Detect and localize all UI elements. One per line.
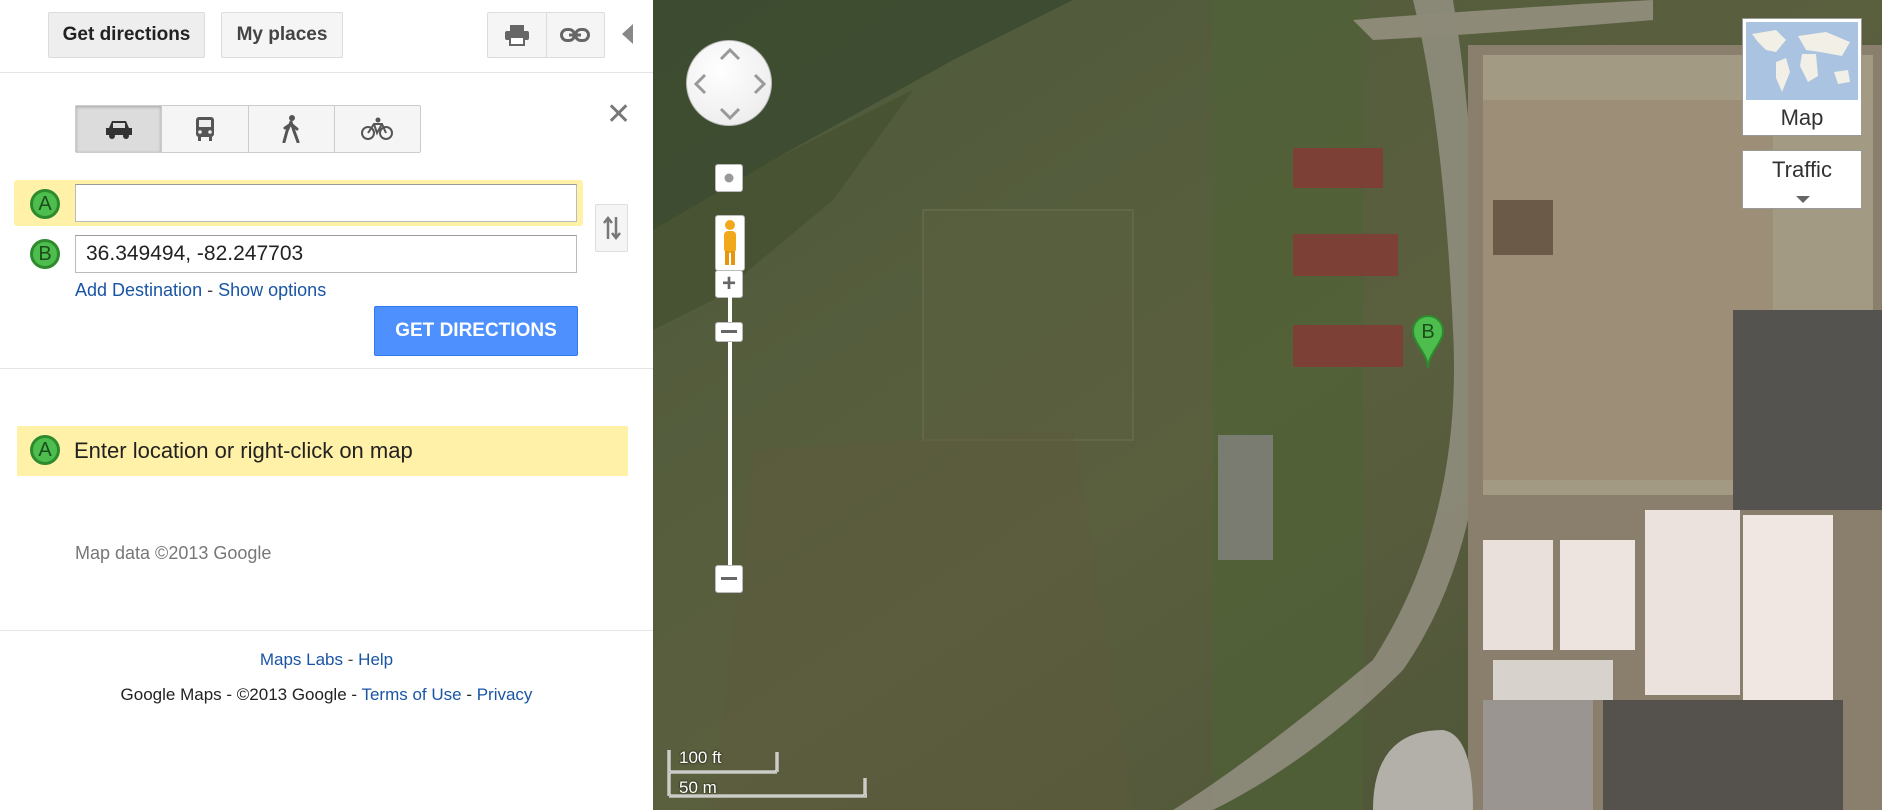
maps-labs-link[interactable]: Maps Labs bbox=[260, 650, 343, 669]
get-directions-tab[interactable]: Get directions bbox=[48, 12, 205, 58]
walking-icon[interactable] bbox=[247, 106, 334, 152]
footer-links: Maps Labs - Help bbox=[0, 650, 653, 670]
zoom-out-button[interactable] bbox=[715, 565, 743, 593]
pin-label: B bbox=[1421, 321, 1434, 343]
destination-input[interactable] bbox=[75, 235, 577, 273]
footer-separator: - bbox=[461, 685, 477, 704]
my-places-tab[interactable]: My places bbox=[221, 12, 343, 58]
scale-bar: 100 ft 50 m bbox=[667, 748, 867, 803]
link-icon[interactable] bbox=[545, 13, 605, 57]
marker-a-icon: A bbox=[30, 435, 60, 465]
help-link[interactable]: Help bbox=[358, 650, 393, 669]
pegman-icon[interactable] bbox=[715, 215, 745, 271]
map-type-label: Map bbox=[1780, 105, 1824, 130]
traffic-layer-dropdown[interactable]: Traffic bbox=[1742, 150, 1862, 209]
close-icon[interactable]: ✕ bbox=[606, 100, 631, 130]
satellite-imagery bbox=[653, 0, 1882, 810]
map-type-toggle[interactable]: Map bbox=[1742, 18, 1862, 136]
share-tools bbox=[487, 12, 605, 58]
show-options-link[interactable]: Show options bbox=[218, 280, 326, 300]
add-destination-link[interactable]: Add Destination bbox=[75, 280, 202, 300]
swap-icon[interactable] bbox=[595, 204, 628, 252]
traffic-label: Traffic bbox=[1772, 157, 1832, 182]
footer-legal: Google Maps - ©2013 Google - Terms of Us… bbox=[0, 685, 653, 705]
chevron-down-icon bbox=[1796, 196, 1810, 203]
hint-text: Enter location or right-click on map bbox=[74, 438, 413, 463]
scale-feet: 100 ft bbox=[679, 748, 722, 767]
privacy-link[interactable]: Privacy bbox=[477, 685, 533, 704]
get-directions-button[interactable]: GET DIRECTIONS bbox=[374, 306, 578, 356]
divider bbox=[0, 368, 653, 369]
directions-panel: Get directions My places ✕ A B Add Desti… bbox=[0, 0, 653, 810]
pan-control[interactable] bbox=[686, 40, 772, 126]
collapse-panel-icon[interactable] bbox=[622, 24, 633, 44]
map-data-attribution: Map data ©2013 Google bbox=[75, 543, 272, 563]
transit-icon[interactable] bbox=[161, 106, 247, 152]
zoom-slider-handle[interactable] bbox=[715, 322, 743, 342]
bicycle-icon[interactable] bbox=[333, 106, 420, 152]
origin-input[interactable] bbox=[75, 184, 577, 222]
travel-mode-selector bbox=[75, 105, 421, 153]
scale-meters: 50 m bbox=[679, 778, 717, 797]
footer-separator: - bbox=[347, 650, 354, 669]
car-icon[interactable] bbox=[76, 106, 162, 152]
marker-a-icon: A bbox=[30, 189, 60, 219]
divider bbox=[0, 72, 653, 73]
divider bbox=[0, 630, 653, 631]
terms-link[interactable]: Terms of Use bbox=[361, 685, 461, 704]
copyright-text: Google Maps - ©2013 Google - bbox=[120, 685, 362, 704]
link-separator: - bbox=[207, 280, 214, 300]
destination-pin-b[interactable]: B bbox=[1411, 314, 1445, 375]
printer-icon[interactable] bbox=[488, 13, 546, 57]
location-hint: A Enter location or right-click on map bbox=[17, 426, 628, 476]
world-map-thumbnail-icon bbox=[1746, 22, 1858, 100]
route-links: Add Destination - Show options bbox=[75, 280, 326, 301]
location-icon[interactable] bbox=[715, 164, 743, 192]
satellite-map[interactable]: + B Map Traffic 100 ft 50 m bbox=[653, 0, 1882, 810]
marker-b-icon: B bbox=[30, 239, 60, 269]
